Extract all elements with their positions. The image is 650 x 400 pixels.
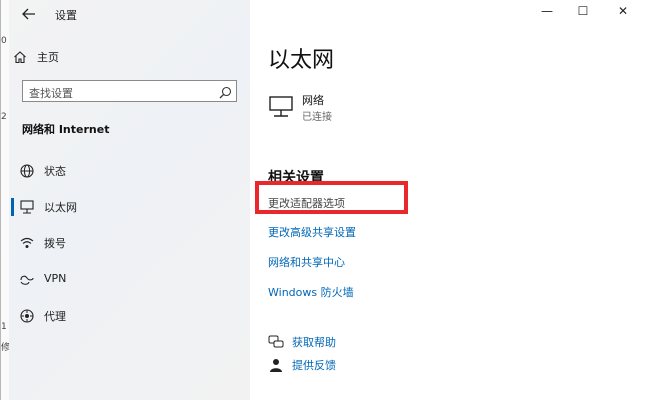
vpn-icon	[19, 272, 35, 288]
globe-status-icon	[19, 163, 35, 179]
sidebar-item-home[interactable]: 主页	[11, 47, 231, 67]
annotation-highlight-box	[255, 181, 408, 214]
network-sharing-center-link[interactable]: 网络和共享中心	[268, 254, 345, 270]
network-name: 网络	[302, 94, 324, 107]
sidebar-item-status[interactable]: 状态	[11, 159, 250, 183]
sidebar-item-vpn[interactable]: VPN	[11, 268, 250, 292]
feedback-icon	[268, 357, 284, 377]
sidebar-item-label: 拨号	[44, 237, 66, 250]
get-help-link[interactable]: 获取帮助	[268, 332, 468, 352]
back-arrow-icon	[22, 8, 35, 20]
background-window-edge: 0 2 1 修	[1, 0, 10, 400]
sidebar-item-label: VPN	[44, 272, 67, 285]
feedback-label: 提供反馈	[292, 359, 336, 372]
search-placeholder: 查找设置	[29, 87, 73, 100]
search-icon[interactable]	[219, 84, 232, 103]
home-icon	[13, 49, 27, 68]
help-label: 获取帮助	[292, 336, 336, 349]
sidebar-item-ethernet[interactable]: 以太网	[11, 195, 250, 219]
give-feedback-link[interactable]: 提供反馈	[268, 355, 468, 375]
title-bar: 设置	[9, 0, 251, 30]
proxy-icon	[19, 308, 35, 324]
sidebar-item-dialup[interactable]: 拨号	[11, 231, 250, 255]
settings-window: 0 2 1 修 设置 主页 查找设置 网络和 Internet 状态 以太网 拨…	[0, 0, 650, 400]
minimize-button[interactable]: —	[532, 4, 562, 24]
windows-firewall-link[interactable]: Windows 防火墙	[268, 284, 354, 300]
page-title: 以太网	[268, 48, 335, 73]
window-controls: — ☐ ✕	[530, 0, 650, 30]
close-button[interactable]: ✕	[608, 4, 638, 24]
help-chat-icon	[268, 334, 284, 354]
ethernet-network-icon	[268, 94, 294, 124]
sidebar-item-label: 主页	[37, 51, 59, 64]
sidebar-item-label: 代理	[44, 310, 66, 323]
sidebar-item-proxy[interactable]: 代理	[11, 304, 250, 328]
back-button[interactable]	[21, 6, 37, 22]
window-title: 设置	[55, 9, 77, 22]
ethernet-icon	[19, 199, 35, 215]
edge-char: 0	[1, 36, 7, 46]
maximize-button[interactable]: ☐	[568, 4, 598, 24]
network-state: 已连接	[302, 112, 332, 123]
advanced-sharing-link[interactable]: 更改高级共享设置	[268, 224, 356, 240]
search-input[interactable]: 查找设置	[22, 80, 237, 102]
sidebar-item-label: 状态	[44, 165, 66, 178]
dialup-icon	[19, 235, 35, 251]
edge-char: 1	[1, 322, 7, 332]
edge-char: 2	[1, 112, 7, 122]
sidebar-item-label: 以太网	[44, 201, 77, 214]
section-title: 网络和 Internet	[22, 123, 110, 136]
network-status[interactable]: 网络 已连接	[268, 92, 468, 126]
